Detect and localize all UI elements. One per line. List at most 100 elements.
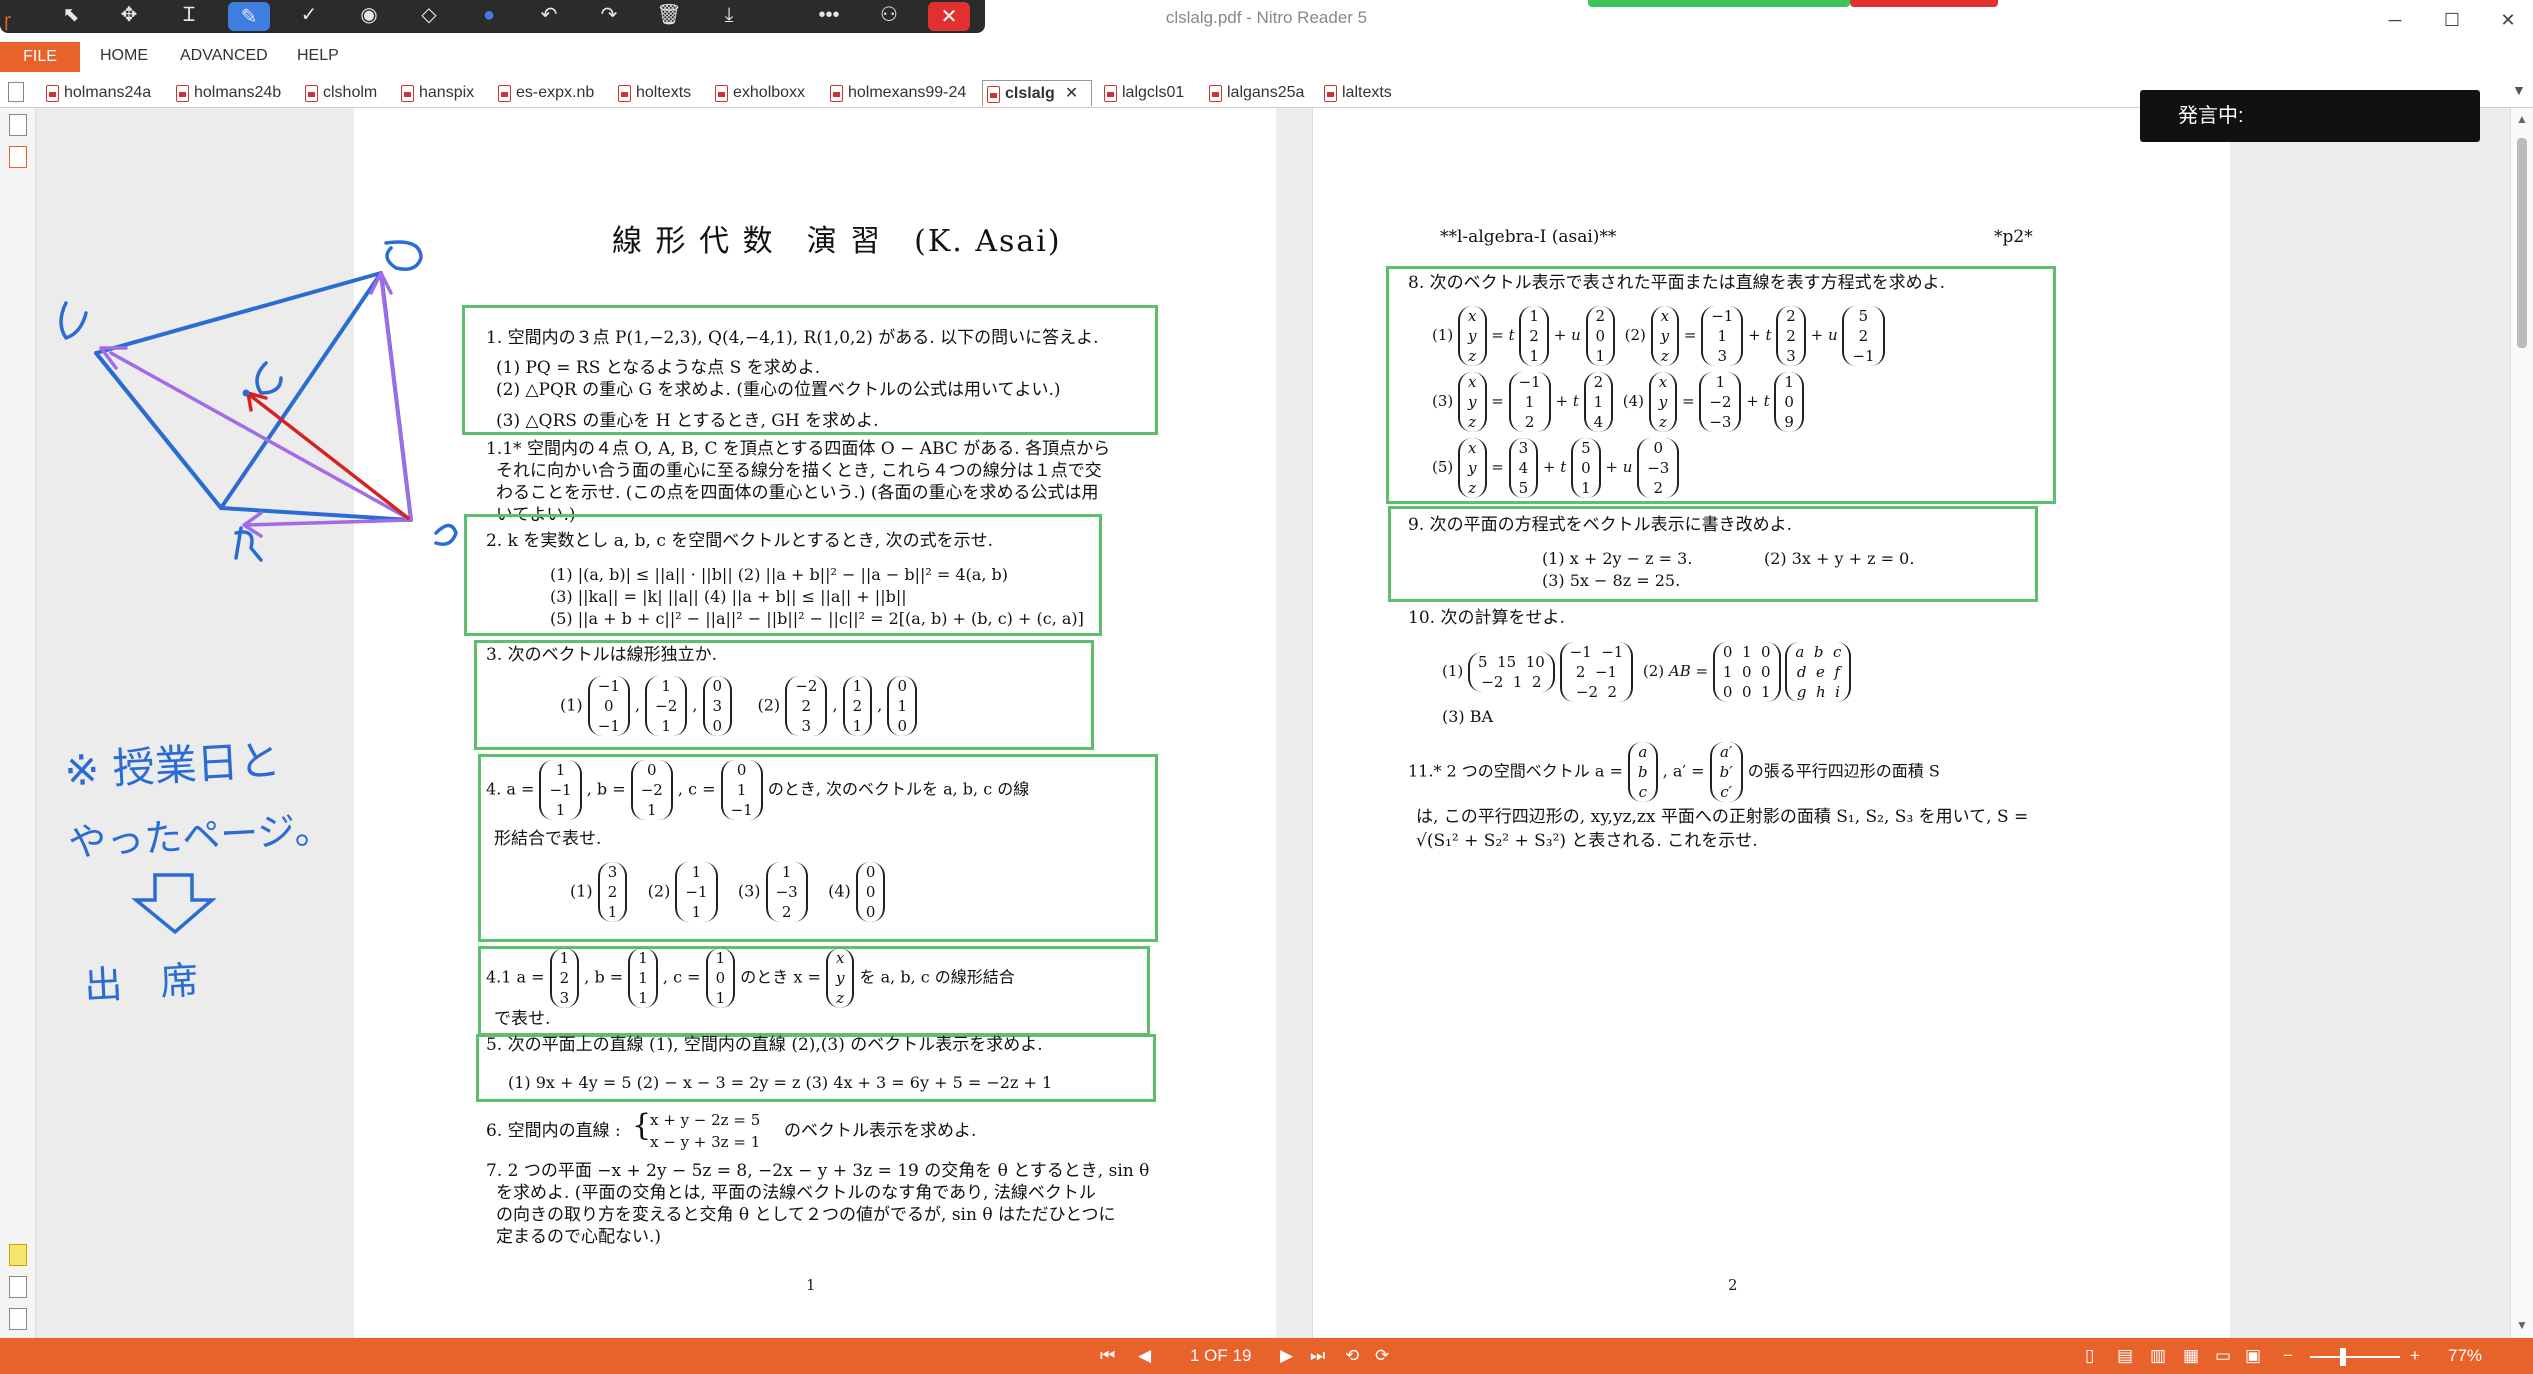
menu-help[interactable]: HELP	[297, 47, 339, 65]
zoom-out-icon[interactable]: −	[2283, 1346, 2293, 1366]
first-page-icon[interactable]: ⏮	[1100, 1346, 1115, 1366]
output-panel-icon[interactable]	[9, 1308, 27, 1330]
q2-row3: (5) ||a + b + c||² − ||a||² − ||b||² − |…	[550, 609, 1084, 628]
tab-close-icon[interactable]: ✕	[1065, 85, 1078, 102]
close-window-button[interactable]: ✕	[2488, 6, 2528, 34]
q1-text: 1. 空間内の３点 P(1,−2,3), Q(4,−4,1), R(1,0,2)…	[486, 328, 1099, 348]
facing-continuous-view-icon[interactable]: ▦	[2183, 1346, 2199, 1366]
q9-part2: (2) 3x + y + z = 0.	[1764, 549, 1915, 568]
pdf-file-icon	[1104, 85, 1117, 102]
stamp-icon[interactable]: ◉	[348, 0, 390, 33]
fit-width-icon[interactable]: ▭	[2215, 1346, 2231, 1366]
zoom-slider-track[interactable]	[2310, 1356, 2400, 1358]
page2-number: 2	[1728, 1276, 1738, 1294]
menu-home[interactable]: HOME	[100, 47, 148, 65]
page1-number: 1	[806, 1276, 816, 1294]
page-indicator[interactable]: 1 OF 19	[1190, 1346, 1251, 1366]
profile-icon[interactable]: ⚇	[868, 0, 910, 33]
fit-page-icon[interactable]: ▣	[2245, 1346, 2261, 1366]
ink-down-arrow-shape	[131, 873, 217, 935]
pen-icon[interactable]: ✎	[228, 2, 270, 31]
pdf-file-icon	[176, 85, 189, 102]
undo-icon[interactable]: ↶	[528, 0, 570, 33]
tab-lalgcls01[interactable]: lalgcls01	[1100, 80, 1184, 106]
download-icon[interactable]: ⤓	[708, 0, 750, 33]
comments-panel-icon[interactable]	[9, 1244, 27, 1266]
pdf-file-icon	[830, 85, 843, 102]
eraser-icon[interactable]: ◇	[408, 0, 450, 33]
menu-file[interactable]: FILE	[0, 42, 80, 72]
tab-holtexts[interactable]: holtexts	[614, 80, 691, 106]
q9-part1: (1) x + 2y − z = 3.	[1542, 549, 1693, 568]
move-icon[interactable]: ✥	[108, 0, 150, 33]
pdf-file-icon	[305, 85, 318, 102]
q7-line-a: 7. 2 つの平面 −x + 2y − 5z = 8, −2x − y + 3z…	[486, 1161, 1150, 1181]
pdf-file-icon	[1209, 85, 1222, 102]
tab-clsholm[interactable]: clsholm	[301, 80, 377, 106]
menu-advanced[interactable]: ADVANCED	[180, 47, 268, 65]
cursor-icon[interactable]: ⬉	[50, 0, 92, 33]
back-view-icon[interactable]: ⟲	[1345, 1346, 1359, 1366]
q9-part3: (3) 5x − 8z = 25.	[1542, 571, 1681, 590]
q1-1-star-line-c: わることを示せ. (この点を四面体の重心という.) (各面の重心を求める公式は用	[496, 483, 1099, 503]
pdf-file-icon	[715, 85, 728, 102]
page1-title: 線 形 代 数 演 習 (K. Asai)	[612, 224, 1062, 259]
last-page-icon[interactable]: ⏭	[1310, 1346, 1325, 1366]
tab-clslalg[interactable]: clslalg ✕	[982, 80, 1092, 106]
continuous-view-icon[interactable]: ▤	[2117, 1346, 2133, 1366]
maximize-button[interactable]: ☐	[2432, 6, 2472, 34]
close-icon[interactable]: ✕	[928, 2, 970, 31]
redo-icon[interactable]: ↷	[588, 0, 630, 33]
ink-label-q	[384, 240, 423, 271]
next-page-icon[interactable]: ▶	[1280, 1346, 1293, 1366]
forward-view-icon[interactable]: ⟳	[1375, 1346, 1389, 1366]
color-dot-icon[interactable]: ●	[468, 0, 510, 33]
attachments-panel-icon[interactable]	[9, 1276, 27, 1298]
ink-vector-left	[109, 351, 413, 522]
ink-tetra-edge	[94, 351, 223, 510]
page2-header-left: **l-algebra-I (asai)**	[1440, 227, 1617, 247]
tab-exholboxx[interactable]: exholboxx	[711, 80, 805, 106]
vertical-scrollbar[interactable]: ▲ ▼	[2510, 108, 2533, 1338]
bookmarks-panel-icon[interactable]	[9, 146, 27, 168]
scroll-down-icon[interactable]: ▼	[2516, 1318, 2528, 1332]
pdf-file-icon	[401, 85, 414, 102]
scrollbar-thumb[interactable]	[2517, 138, 2527, 348]
q2-text: 2. k を実数とし a, b, c を空間ベクトルとするとき, 次の式を示せ.	[486, 531, 993, 551]
zoom-in-icon[interactable]: +	[2410, 1346, 2420, 1366]
q1-1-star-line-b: それに向かい合う面の重心に至る線分を描くとき, これら４つの線分は１点で交	[496, 461, 1102, 481]
q7-line-b: を求めよ. (平面の交角とは, 平面の法線ベクトルのなす角であり, 法線ベクトル	[496, 1183, 1096, 1203]
ink-label-o	[434, 523, 458, 546]
zoom-level[interactable]: 77%	[2448, 1346, 2482, 1366]
q1-part1: (1) PQ = RS となるような点 S を求めよ.	[496, 358, 821, 378]
more-icon[interactable]: •••	[808, 0, 850, 33]
q2-row2: (3) ||ka|| = |k| ||a|| (4) ||a + b|| ≤ |…	[550, 587, 907, 606]
tab-es-expx[interactable]: es-expx.nb	[494, 80, 594, 106]
tab-lalgans25a[interactable]: lalgans25a	[1205, 80, 1304, 106]
pages-panel-icon[interactable]	[9, 114, 27, 136]
ink-toolbar: ⬉ ✥ Ɪ ✎ ✓ ◉ ◇ ● ↶ ↷ 🗑 ⤓ ••• ⚇ ✕	[0, 0, 985, 33]
facing-view-icon[interactable]: ▥	[2150, 1346, 2166, 1366]
tab-laltexts[interactable]: laltexts	[1320, 80, 1392, 106]
minimize-button[interactable]: ─	[2375, 6, 2415, 34]
tab-overflow-icon[interactable]: ▼	[2512, 82, 2526, 98]
trash-icon[interactable]: 🗑	[648, 0, 690, 33]
ink-vector-red	[249, 394, 410, 520]
text-cursor-icon[interactable]: Ɪ	[168, 0, 210, 33]
ink-label-p	[59, 301, 88, 340]
prev-page-icon[interactable]: ◀	[1138, 1346, 1151, 1366]
single-page-view-icon[interactable]: ▯	[2085, 1346, 2094, 1366]
ink-centroid-dot	[242, 389, 250, 397]
check-icon[interactable]: ✓	[288, 0, 330, 33]
page2-header-right: *p2*	[1994, 227, 2033, 247]
tab-holmexans99-24[interactable]: holmexans99-24	[826, 80, 966, 106]
tab-holmans24b[interactable]: holmans24b	[172, 80, 281, 106]
scroll-up-icon[interactable]: ▲	[2516, 112, 2528, 126]
zoom-slider-thumb[interactable]	[2340, 1348, 2346, 1366]
tab-hanspix[interactable]: hanspix	[397, 80, 474, 106]
tab-holmans24a[interactable]: holmans24a	[42, 80, 151, 106]
ink-label-g	[255, 361, 283, 395]
ink-vector-up	[379, 274, 413, 522]
q8-eq5: (5) xyz = 345 + t 501 + u 0 −3 2	[1432, 438, 1680, 498]
tab-list-icon[interactable]	[8, 82, 24, 102]
